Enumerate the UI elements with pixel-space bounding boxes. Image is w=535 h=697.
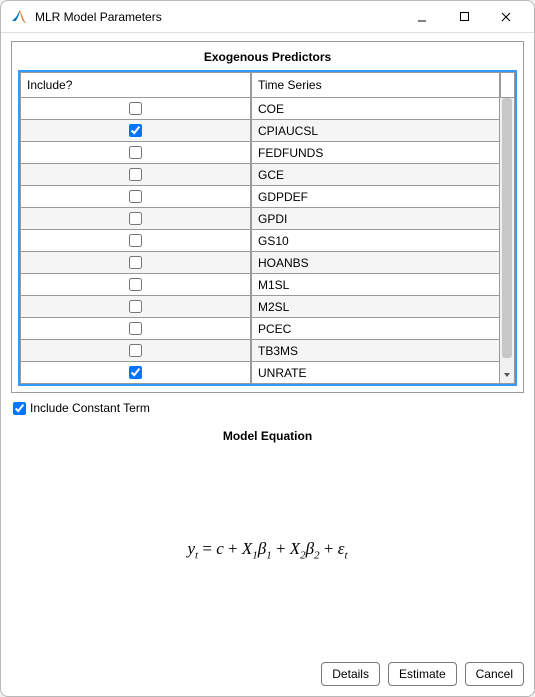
include-checkbox[interactable] [129, 344, 142, 357]
table-row[interactable]: GS10 [20, 230, 500, 252]
include-cell [20, 274, 251, 296]
include-cell [20, 208, 251, 230]
include-cell [20, 318, 251, 340]
maximize-button[interactable] [444, 3, 484, 31]
include-checkbox[interactable] [129, 300, 142, 313]
include-checkbox[interactable] [129, 234, 142, 247]
series-cell: CPIAUCSL [251, 120, 500, 142]
content-area: Exogenous Predictors Include? Time Serie… [1, 33, 534, 696]
button-row: Details Estimate Cancel [11, 652, 524, 686]
include-cell [20, 362, 251, 384]
table-row[interactable]: CPIAUCSL [20, 120, 500, 142]
include-checkbox[interactable] [129, 322, 142, 335]
constant-term-row: Include Constant Term [11, 393, 524, 419]
model-equation-area: yt = c + X1β1 + X2β2 + εt [11, 449, 524, 652]
series-cell: GDPDEF [251, 186, 500, 208]
group-title: Exogenous Predictors [18, 48, 517, 70]
include-cell [20, 164, 251, 186]
exogenous-predictors-group: Exogenous Predictors Include? Time Serie… [11, 41, 524, 393]
series-cell: COE [251, 98, 500, 120]
scrollbar-track[interactable] [500, 98, 515, 384]
model-equation: yt = c + X1β1 + X2β2 + εt [187, 539, 347, 561]
estimate-button[interactable]: Estimate [388, 662, 457, 686]
include-constant-label: Include Constant Term [30, 401, 150, 415]
model-equation-title: Model Equation [11, 419, 524, 449]
include-checkbox[interactable] [129, 366, 142, 379]
include-checkbox[interactable] [129, 102, 142, 115]
series-cell: HOANBS [251, 252, 500, 274]
table-row[interactable]: PCEC [20, 318, 500, 340]
cancel-button[interactable]: Cancel [465, 662, 524, 686]
series-cell: UNRATE [251, 362, 500, 384]
include-checkbox[interactable] [129, 146, 142, 159]
include-checkbox[interactable] [129, 278, 142, 291]
column-header-scroll [500, 72, 515, 98]
include-cell [20, 142, 251, 164]
include-cell [20, 340, 251, 362]
include-checkbox[interactable] [129, 212, 142, 225]
table-row[interactable]: TB3MS [20, 340, 500, 362]
close-button[interactable] [486, 3, 526, 31]
series-cell: FEDFUNDS [251, 142, 500, 164]
include-cell [20, 252, 251, 274]
table-row[interactable]: COE [20, 98, 500, 120]
include-constant-checkbox[interactable] [13, 402, 26, 415]
scrollbar-thumb[interactable] [502, 98, 512, 358]
include-checkbox[interactable] [129, 168, 142, 181]
table-header: Include? Time Series [20, 72, 515, 98]
include-cell [20, 186, 251, 208]
series-cell: GPDI [251, 208, 500, 230]
table-row[interactable]: M1SL [20, 274, 500, 296]
predictors-table: Include? Time Series COECPIAUCSLFEDFUNDS… [18, 70, 517, 386]
include-checkbox[interactable] [129, 256, 142, 269]
table-row[interactable]: GCE [20, 164, 500, 186]
table-row[interactable]: UNRATE [20, 362, 500, 384]
include-cell [20, 230, 251, 252]
table-row[interactable]: GDPDEF [20, 186, 500, 208]
table-row[interactable]: GPDI [20, 208, 500, 230]
series-cell: TB3MS [251, 340, 500, 362]
titlebar: MLR Model Parameters [1, 1, 534, 33]
table-body: COECPIAUCSLFEDFUNDSGCEGDPDEFGPDIGS10HOAN… [20, 98, 500, 384]
matlab-icon [11, 9, 27, 25]
series-cell: GS10 [251, 230, 500, 252]
series-cell: M1SL [251, 274, 500, 296]
minimize-button[interactable] [402, 3, 442, 31]
dialog-window: MLR Model Parameters Exogenous Predictor… [0, 0, 535, 697]
column-header-include[interactable]: Include? [20, 72, 251, 98]
include-checkbox[interactable] [129, 190, 142, 203]
table-row[interactable]: FEDFUNDS [20, 142, 500, 164]
table-row[interactable]: HOANBS [20, 252, 500, 274]
column-header-series[interactable]: Time Series [251, 72, 500, 98]
series-cell: GCE [251, 164, 500, 186]
include-cell [20, 120, 251, 142]
scroll-down-icon[interactable] [500, 369, 514, 381]
series-cell: M2SL [251, 296, 500, 318]
window-controls [402, 3, 526, 31]
include-checkbox[interactable] [129, 124, 142, 137]
include-cell [20, 296, 251, 318]
details-button[interactable]: Details [321, 662, 380, 686]
include-cell [20, 98, 251, 120]
series-cell: PCEC [251, 318, 500, 340]
window-title: MLR Model Parameters [35, 10, 402, 24]
table-row[interactable]: M2SL [20, 296, 500, 318]
